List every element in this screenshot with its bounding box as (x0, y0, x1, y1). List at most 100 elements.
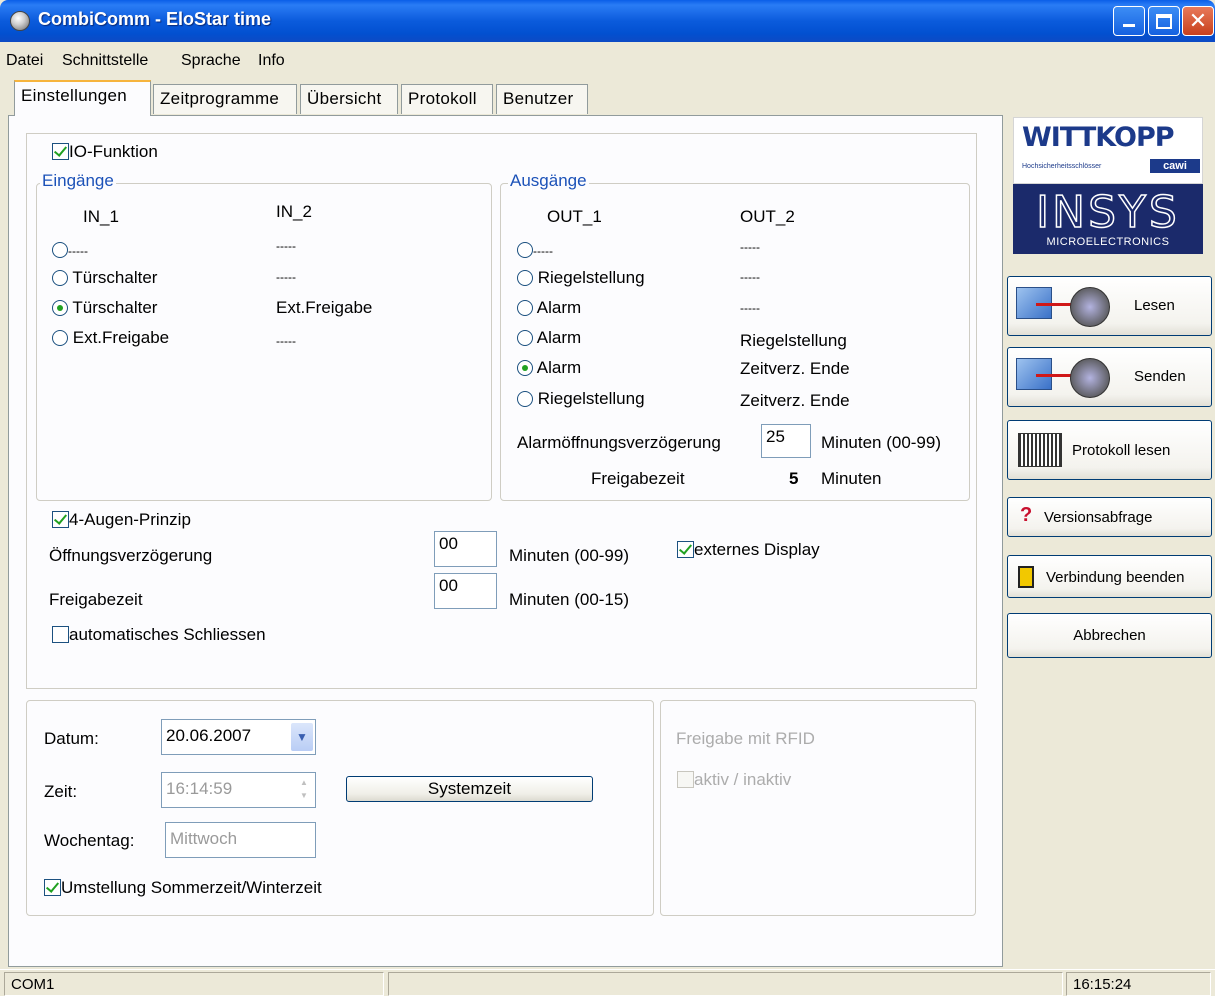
out2-header: OUT_2 (740, 207, 795, 226)
tab-benutzer[interactable]: Benutzer (496, 84, 588, 114)
status-clock: 16:15:24 (1066, 972, 1211, 996)
spinner-arrows-icon[interactable]: ▲ ▼ (295, 776, 313, 804)
four-eyes-release-input[interactable]: 00 (434, 573, 497, 609)
system-time-button[interactable]: Systemzeit (346, 776, 593, 802)
disconnect-button[interactable]: Verbindung beenden (1007, 555, 1212, 598)
io-function-label: IO-Funktion (69, 142, 158, 161)
io-function-checkbox[interactable]: IO-Funktion (52, 142, 158, 162)
send-button[interactable]: Senden (1007, 347, 1212, 407)
radio-icon (517, 330, 533, 346)
dst-checkbox[interactable]: Umstellung Sommerzeit/Winterzeit (44, 878, 322, 898)
in1-header: IN_1 (83, 207, 119, 226)
close-button[interactable]: ✕ (1182, 6, 1214, 36)
output-option-1[interactable]: Riegelstellung (517, 268, 645, 288)
output-option-5[interactable]: Riegelstellung (517, 389, 645, 409)
four-eyes-release-label: Freigabezeit (49, 590, 143, 609)
radio-icon (517, 270, 533, 286)
input-option-2-in2: Ext.Freigabe (276, 298, 373, 317)
checkbox-icon (52, 143, 69, 160)
io-border-left (26, 133, 27, 688)
app-icon (10, 11, 30, 31)
output-option-1-out2: ----- (740, 270, 760, 284)
status-port: COM1 (4, 972, 384, 996)
maximize-button[interactable] (1148, 6, 1180, 36)
alarm-delay-input[interactable]: 25 (761, 424, 811, 458)
input-option-0-in2: ----- (276, 239, 296, 253)
release-time-value: 5 (789, 469, 799, 488)
lock-icon (1070, 358, 1110, 398)
minimize-icon (1123, 24, 1135, 27)
outputs-group-title: Ausgänge (508, 171, 589, 191)
tab-einstellungen[interactable]: Einstellungen (14, 80, 151, 116)
checkbox-icon (52, 626, 69, 643)
date-label: Datum: (44, 729, 99, 748)
tab-uebersicht[interactable]: Übersicht (300, 84, 398, 114)
inputs-group-title: Eingänge (40, 171, 116, 191)
auto-close-checkbox[interactable]: automatisches Schliessen (52, 625, 266, 645)
menu-info[interactable]: Info (258, 52, 285, 70)
checkbox-icon (677, 541, 694, 558)
radio-icon (517, 391, 533, 407)
input-option-1[interactable]: Türschalter (52, 268, 157, 288)
output-option-2-out2: ----- (740, 301, 760, 315)
input-option-3[interactable]: Ext.Freigabe (52, 328, 169, 348)
four-eyes-checkbox[interactable]: 4-Augen-Prinzip (52, 510, 191, 530)
checkbox-icon (677, 771, 694, 788)
input-option-3-in2: ----- (276, 334, 296, 348)
read-button[interactable]: Lesen (1007, 276, 1212, 336)
alarm-delay-label: Alarmöffnungsverzögerung (517, 433, 721, 452)
external-display-checkbox[interactable]: externes Display (677, 540, 820, 560)
release-time-unit: Minuten (821, 469, 882, 488)
input-option-0[interactable]: ----- (52, 240, 88, 260)
weekday-field: Mittwoch (165, 822, 316, 858)
checkbox-icon (52, 511, 69, 528)
io-separator (26, 133, 976, 134)
output-option-0-out2: ----- (740, 240, 760, 254)
read-protocol-button[interactable]: Protokoll lesen (1007, 420, 1212, 480)
output-option-5-out2: Zeitverz. Ende (740, 391, 850, 410)
alarm-delay-unit: Minuten (00-99) (821, 433, 942, 452)
protocol-grid-icon (1018, 433, 1062, 467)
close-icon: ✕ (1188, 8, 1208, 33)
io-border-right (976, 133, 977, 688)
radio-icon (52, 330, 68, 346)
lock-icon (1070, 287, 1110, 327)
output-option-2[interactable]: Alarm (517, 298, 581, 318)
menu-sprache[interactable]: Sprache (181, 52, 241, 70)
time-spinner[interactable]: 16:14:59 ▲ ▼ (161, 772, 316, 808)
radio-icon (52, 242, 68, 258)
radio-icon (517, 242, 533, 258)
menu-schnittstelle[interactable]: Schnittstelle (62, 52, 148, 70)
weekday-label: Wochentag: (44, 831, 135, 850)
wittkopp-logo: WITTKOPP Hochsicherheitsschlösser cawi (1013, 117, 1203, 184)
input-option-2[interactable]: Türschalter (52, 298, 157, 318)
minimize-button[interactable] (1113, 6, 1145, 36)
input-option-1-in2: ----- (276, 270, 296, 284)
open-delay-label: Öffnungsverzögerung (49, 546, 213, 565)
tab-zeitprogramme[interactable]: Zeitprogramme (153, 84, 297, 114)
rfid-active-checkbox[interactable]: aktiv / inaktiv (677, 770, 791, 790)
chevron-down-icon[interactable]: ▼ (291, 723, 313, 751)
output-option-3-out2: Riegelstellung (740, 331, 847, 350)
tab-protokoll[interactable]: Protokoll (401, 84, 493, 114)
radio-icon (517, 300, 533, 316)
door-icon (1018, 566, 1034, 588)
radio-icon (52, 270, 68, 286)
menu-bar: Datei Schnittstelle Sprache Info (4, 47, 1211, 77)
cancel-button[interactable]: Abbrechen (1007, 613, 1212, 658)
date-picker[interactable]: 20.06.2007 ▼ (161, 719, 316, 755)
menu-datei[interactable]: Datei (6, 52, 43, 70)
checkbox-icon (44, 879, 61, 896)
radio-icon (52, 300, 68, 316)
open-delay-unit: Minuten (00-99) (509, 546, 630, 565)
radio-icon (517, 360, 533, 376)
output-option-4[interactable]: Alarm (517, 358, 581, 378)
status-bar: COM1 16:15:24 (0, 969, 1215, 996)
title-bar[interactable]: CombiComm - EloStar time ✕ (0, 0, 1215, 42)
out1-header: OUT_1 (547, 207, 602, 226)
output-option-3[interactable]: Alarm (517, 328, 581, 348)
output-option-4-out2: Zeitverz. Ende (740, 359, 850, 378)
open-delay-input[interactable]: 00 (434, 531, 497, 567)
output-option-0[interactable]: ----- (517, 240, 553, 260)
version-query-button[interactable]: ? Versionsabfrage (1007, 497, 1212, 537)
